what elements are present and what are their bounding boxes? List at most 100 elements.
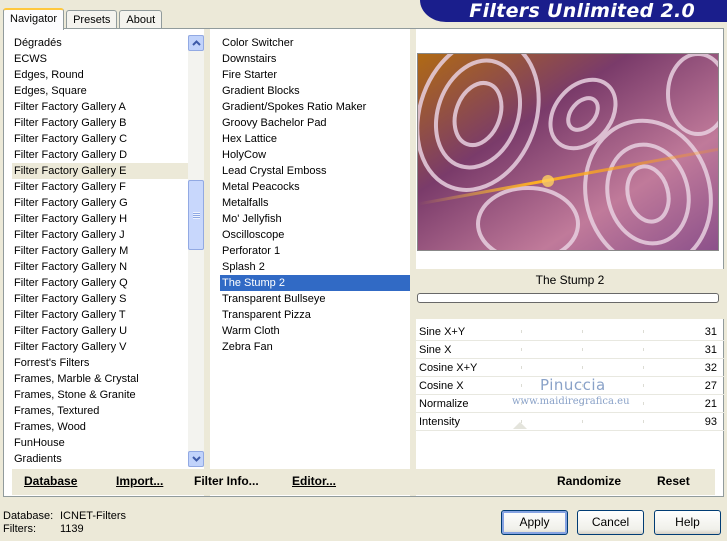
slider-tick: [581, 420, 583, 423]
filter-item[interactable]: Fire Starter: [220, 67, 410, 83]
filter-name-bar: The Stump 2: [415, 269, 725, 319]
filter-item[interactable]: Metal Peacocks: [220, 179, 410, 195]
category-item[interactable]: Filter Factory Gallery N: [12, 259, 188, 275]
category-item[interactable]: Filter Factory Gallery S: [12, 291, 188, 307]
progress-bar: [417, 293, 719, 303]
category-item[interactable]: Frames, Stone & Granite: [12, 387, 188, 403]
param-value: 21: [704, 398, 717, 410]
import-button[interactable]: Import...: [116, 474, 163, 488]
category-item[interactable]: Forrest's Filters: [12, 355, 188, 371]
apply-button[interactable]: Apply: [501, 510, 568, 535]
filter-info-button[interactable]: Filter Info...: [194, 474, 259, 488]
help-button[interactable]: Help: [654, 510, 721, 535]
filters-count: 1139: [60, 523, 84, 535]
category-item[interactable]: Frames, Wood: [12, 419, 188, 435]
category-item[interactable]: Filter Factory Gallery C: [12, 131, 188, 147]
tab-navigator[interactable]: Navigator: [3, 8, 65, 30]
watermark-site: www.maidiregrafica.eu: [512, 396, 630, 407]
chevron-up-icon: [191, 40, 201, 46]
filter-item[interactable]: Oscilloscope: [220, 227, 410, 243]
filter-item[interactable]: Transparent Pizza: [220, 307, 410, 323]
category-item[interactable]: FunHouse: [12, 435, 188, 451]
param-value: 31: [704, 326, 717, 338]
param-value: 93: [704, 416, 717, 428]
filter-list[interactable]: Color Switcher Downstairs Fire Starter Grad…: [220, 35, 410, 355]
filter-item[interactable]: Groovy Bachelor Pad: [220, 115, 410, 131]
category-item[interactable]: Filter Factory Gallery D: [12, 147, 188, 163]
filter-item[interactable]: Gradient/Spokes Ratio Maker: [220, 99, 410, 115]
category-item[interactable]: Frames, Textured: [12, 403, 188, 419]
filter-item[interactable]: Lead Crystal Emboss: [220, 163, 410, 179]
slider-tick: [521, 348, 523, 351]
category-item[interactable]: Gradients: [12, 451, 188, 467]
param-label: Normalize: [419, 398, 469, 410]
slider-tick: [521, 384, 523, 387]
param-row[interactable]: Cosine X+Y 32: [415, 359, 725, 377]
filter-item[interactable]: Perforator 1: [220, 243, 410, 259]
category-item[interactable]: Filter Factory Gallery G: [12, 195, 188, 211]
filter-item[interactable]: Gradient Blocks: [220, 83, 410, 99]
filter-item[interactable]: Color Switcher: [220, 35, 410, 51]
slider-tick: [642, 402, 644, 405]
title-banner: Filters Unlimited 2.0: [420, 0, 727, 22]
category-item[interactable]: Filter Factory Gallery V: [12, 339, 188, 355]
param-slider-track[interactable]: [491, 366, 693, 369]
navigator-panel: Dégradés ECWS Edges, Round Edges, Square Fil…: [3, 28, 725, 497]
param-value: 32: [704, 362, 717, 374]
category-item[interactable]: Filter Factory Gallery Q: [12, 275, 188, 291]
app-title: Filters Unlimited 2.0: [469, 0, 695, 22]
filter-item[interactable]: Mo' Jellyfish: [220, 211, 410, 227]
reset-button[interactable]: Reset: [657, 474, 690, 488]
filter-item[interactable]: Hex Lattice: [220, 131, 410, 147]
category-item[interactable]: Filter Factory Gallery H: [12, 211, 188, 227]
category-item[interactable]: Filter Factory Gallery J: [12, 227, 188, 243]
param-slider-track[interactable]: [491, 330, 693, 333]
param-row[interactable]: Sine X+Y 31: [415, 323, 725, 341]
category-item[interactable]: Dégradés: [12, 35, 188, 51]
action-bar: Database Import... Filter Info... Editor…: [12, 469, 715, 495]
category-item[interactable]: Filter Factory Gallery B: [12, 115, 188, 131]
category-scrollbar[interactable]: [188, 35, 204, 467]
filter-item[interactable]: Metalfalls: [220, 195, 410, 211]
filter-item[interactable]: Splash 2: [220, 259, 410, 275]
database-button[interactable]: Database: [24, 474, 77, 488]
filter-item[interactable]: Warm Cloth: [220, 323, 410, 339]
tab-about[interactable]: About: [119, 10, 163, 30]
category-list[interactable]: Dégradés ECWS Edges, Round Edges, Square Fil…: [12, 35, 188, 467]
status-info: Database: ICNET-Filters Filters: 1139: [3, 510, 126, 536]
category-item[interactable]: Frames, Marble & Crystal: [12, 371, 188, 387]
slider-tick: [581, 330, 583, 333]
category-item[interactable]: Edges, Round: [12, 67, 188, 83]
filter-item[interactable]: HolyCow: [220, 147, 410, 163]
category-item[interactable]: ECWS: [12, 51, 188, 67]
filter-item[interactable]: Transparent Bullseye: [220, 291, 410, 307]
slider-tick: [642, 384, 644, 387]
category-item[interactable]: Filter Factory Gallery F: [12, 179, 188, 195]
filter-name: The Stump 2: [535, 273, 605, 287]
scroll-down-button[interactable]: [188, 451, 204, 467]
filter-item[interactable]: Zebra Fan: [220, 339, 410, 355]
scroll-thumb[interactable]: [188, 180, 204, 250]
tab-presets[interactable]: Presets: [66, 10, 118, 30]
slider-tick: [581, 366, 583, 369]
filter-item[interactable]: The Stump 2: [220, 275, 410, 291]
category-item[interactable]: Filter Factory Gallery M: [12, 243, 188, 259]
param-slider-track[interactable]: [491, 348, 693, 351]
category-item[interactable]: Edges, Square: [12, 83, 188, 99]
param-row[interactable]: Sine X 31: [415, 341, 725, 359]
tab-strip: Navigator Presets About: [3, 8, 164, 30]
preview-image: [417, 53, 719, 251]
slider-tick: [642, 330, 644, 333]
category-item[interactable]: Filter Factory Gallery A: [12, 99, 188, 115]
pointer-marker: [513, 422, 527, 429]
scroll-up-button[interactable]: [188, 35, 204, 51]
cancel-button[interactable]: Cancel: [577, 510, 644, 535]
filter-item[interactable]: Downstairs: [220, 51, 410, 67]
editor-button[interactable]: Editor...: [292, 474, 336, 488]
param-label: Sine X: [419, 344, 452, 356]
randomize-button[interactable]: Randomize: [557, 474, 621, 488]
category-item[interactable]: Filter Factory Gallery U: [12, 323, 188, 339]
category-item[interactable]: Filter Factory Gallery E: [12, 163, 188, 179]
category-item[interactable]: Filter Factory Gallery T: [12, 307, 188, 323]
param-row[interactable]: Intensity 93: [415, 413, 725, 431]
